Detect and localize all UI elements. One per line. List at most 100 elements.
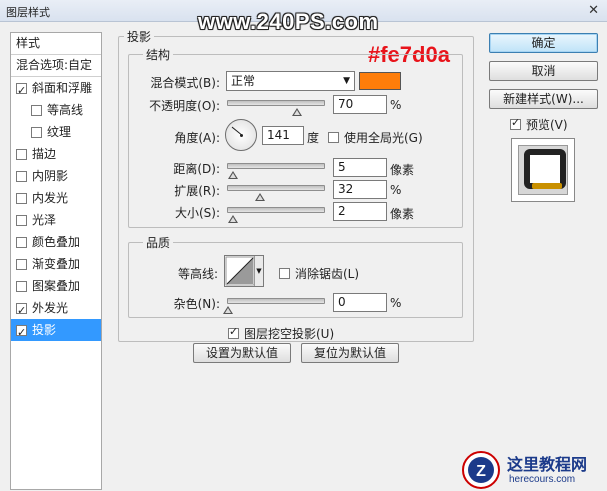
sidebar-item[interactable]: 等高线 — [11, 99, 101, 121]
sidebar-item-checkbox[interactable] — [16, 148, 27, 160]
sidebar-item[interactable]: 颜色叠加 — [11, 231, 101, 253]
sidebar-item-checkbox[interactable] — [16, 80, 27, 102]
spread-input[interactable]: 32 — [333, 180, 387, 199]
sidebar-item[interactable]: 描边 — [11, 143, 101, 165]
sidebar-item-checkbox[interactable] — [16, 280, 27, 292]
angle-unit: 度 — [307, 131, 320, 145]
sidebar-item[interactable]: 图案叠加 — [11, 275, 101, 297]
anti-alias-label: 消除锯齿(L) — [295, 267, 360, 281]
sidebar-item[interactable]: 纹理 — [11, 121, 101, 143]
new-style-button[interactable]: 新建样式(W)... — [489, 89, 598, 109]
sidebar-item-label: 纹理 — [47, 125, 72, 139]
angle-dial[interactable] — [225, 119, 257, 151]
angle-label: 角度(A): — [174, 131, 220, 145]
ok-button[interactable]: 确定 — [489, 33, 598, 53]
knockout-check-box[interactable] — [228, 325, 239, 339]
reset-default-button[interactable]: 复位为默认值 — [301, 343, 399, 363]
sidebar-item-checkbox[interactable] — [16, 258, 27, 270]
angle-dial-center — [240, 134, 243, 137]
preview-shadow — [532, 183, 562, 189]
opacity-input[interactable]: 70 — [333, 95, 387, 114]
noise-unit: % — [390, 296, 402, 310]
noise-slider[interactable] — [223, 298, 325, 314]
quality-title: 品质 — [143, 234, 174, 251]
sidebar-item-label: 描边 — [32, 147, 57, 161]
sidebar-item-label: 颜色叠加 — [32, 235, 81, 249]
style-preview-thumbnail — [511, 138, 575, 202]
blend-mode-value: 正常 — [231, 74, 256, 88]
sidebar-item-label: 斜面和浮雕 — [32, 81, 93, 95]
sidebar-item-label: 光泽 — [32, 213, 57, 227]
size-unit: 像素 — [390, 207, 415, 221]
contour-dropdown-icon[interactable]: ▼ — [254, 256, 263, 286]
spread-slider-thumb[interactable] — [255, 193, 265, 201]
sidebar-item-checkbox[interactable] — [31, 126, 42, 138]
size-slider-thumb[interactable] — [228, 215, 238, 223]
sidebar-item[interactable]: 投影 — [11, 319, 101, 344]
close-icon[interactable]: ✕ — [588, 3, 599, 18]
knockout-label: 图层挖空投影(U) — [244, 327, 335, 341]
noise-label: 杂色(N): — [173, 297, 220, 311]
anti-alias-checkbox[interactable]: 消除锯齿(L) — [279, 265, 359, 282]
distance-input[interactable]: 5 — [333, 158, 387, 177]
watermark-text: www.240PS.com — [198, 9, 379, 34]
sidebar-item-label: 内阴影 — [32, 169, 69, 183]
make-default-button[interactable]: 设置为默认值 — [193, 343, 291, 363]
sidebar-item[interactable]: 光泽 — [11, 209, 101, 231]
sidebar-item-checkbox[interactable] — [16, 214, 27, 226]
svg-text:Z: Z — [476, 463, 486, 480]
sidebar-item[interactable]: 内阴影 — [11, 165, 101, 187]
distance-slider-thumb[interactable] — [228, 171, 238, 179]
sidebar-item-label: 图案叠加 — [32, 279, 81, 293]
noise-slider-thumb[interactable] — [223, 306, 233, 314]
sidebar-item[interactable]: 内发光 — [11, 187, 101, 209]
sidebar-item-checkbox[interactable] — [16, 322, 27, 344]
spread-label: 扩展(R): — [174, 184, 220, 198]
sidebar-item[interactable]: 外发光 — [11, 297, 101, 322]
noise-input[interactable]: 0 — [333, 293, 387, 312]
site-logo-badge-icon: Z — [462, 451, 500, 489]
preview-check-box[interactable] — [510, 116, 521, 130]
sidebar-header[interactable]: 样式 — [11, 33, 101, 55]
sidebar-item-checkbox[interactable] — [16, 236, 27, 248]
size-input[interactable]: 2 — [333, 202, 387, 221]
sidebar-item[interactable]: 斜面和浮雕 — [11, 77, 101, 102]
sidebar-blend-options[interactable]: 混合选项:自定 — [11, 55, 101, 77]
size-label: 大小(S): — [174, 206, 220, 220]
sidebar-item-label: 等高线 — [47, 103, 84, 117]
sidebar-item-checkbox[interactable] — [16, 192, 27, 204]
sidebar-item-checkbox[interactable] — [16, 300, 27, 322]
sidebar-item-checkbox[interactable] — [16, 170, 27, 182]
preview-label: 预览(V) — [526, 118, 568, 132]
global-light-check-box[interactable] — [328, 132, 339, 143]
contour-label: 等高线: — [177, 267, 218, 281]
preview-checkbox[interactable]: 预览(V) — [510, 116, 568, 133]
contour-picker[interactable]: ▼ — [224, 255, 264, 287]
spread-unit: % — [390, 183, 402, 197]
size-slider[interactable] — [227, 207, 325, 223]
blend-mode-label: 混合模式(B): — [150, 76, 220, 90]
spread-slider[interactable] — [227, 185, 325, 201]
chevron-down-icon: ▼ — [343, 76, 350, 86]
blend-mode-select[interactable]: 正常 ▼ — [226, 71, 355, 91]
distance-unit: 像素 — [390, 163, 415, 177]
sidebar-item-label: 投影 — [32, 323, 57, 337]
site-logo-name: 这里教程网 — [507, 455, 588, 474]
site-logo-url: herecours.com — [509, 474, 576, 485]
knockout-checkbox[interactable]: 图层挖空投影(U) — [228, 325, 334, 342]
cancel-button[interactable]: 取消 — [489, 61, 598, 81]
contour-curve-icon — [225, 256, 255, 286]
angle-input[interactable]: 141 — [262, 126, 304, 145]
anti-alias-check-box[interactable] — [279, 268, 290, 279]
distance-slider[interactable] — [227, 163, 325, 179]
sidebar-item-label: 内发光 — [32, 191, 69, 205]
sidebar-item-checkbox[interactable] — [31, 104, 42, 116]
distance-label: 距离(D): — [173, 162, 220, 176]
global-light-checkbox[interactable]: 使用全局光(G) — [328, 129, 423, 146]
sidebar-item-label: 渐变叠加 — [32, 257, 81, 271]
site-logo: Z 这里教程网 herecours.com — [461, 448, 607, 491]
shadow-color-swatch[interactable] — [359, 72, 401, 90]
sidebar-item[interactable]: 渐变叠加 — [11, 253, 101, 275]
opacity-slider-thumb[interactable] — [292, 108, 302, 116]
opacity-slider[interactable] — [227, 100, 325, 116]
